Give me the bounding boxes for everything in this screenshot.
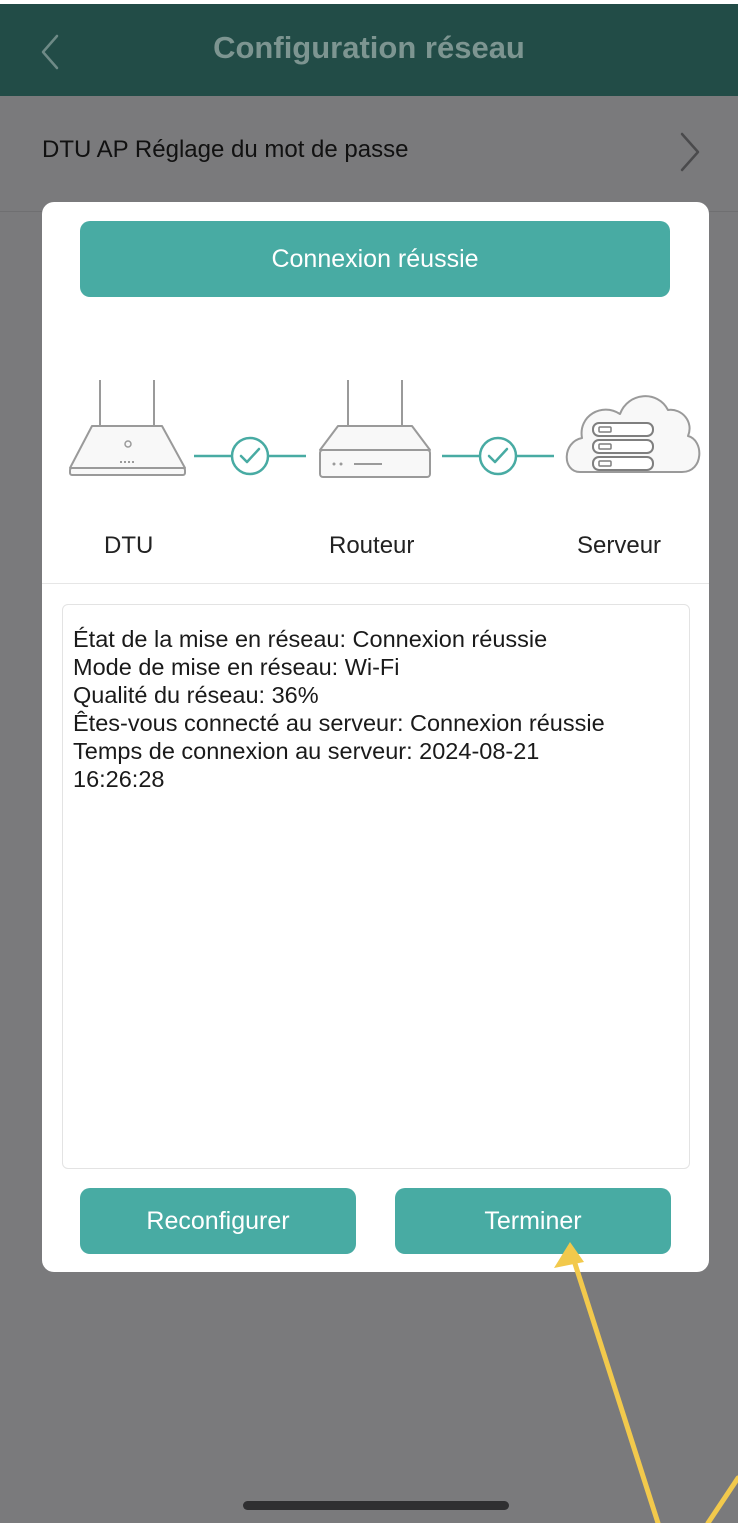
connection-line-router-server — [442, 436, 554, 476]
reconfigure-button[interactable]: Reconfigurer — [80, 1188, 356, 1254]
connection-line-dtu-router — [194, 436, 306, 476]
connection-info-box: État de la mise en réseau: Connexion réu… — [62, 604, 690, 1169]
node-label-router: Routeur — [329, 532, 415, 559]
home-indicator[interactable] — [243, 1501, 509, 1510]
info-line-server-connected: Êtes-vous connecté au serveur: Connexion… — [73, 710, 605, 736]
info-line-network-state: État de la mise en réseau: Connexion réu… — [73, 626, 548, 652]
header-bar: Configuration réseau — [0, 0, 738, 96]
page-title: Configuration réseau — [213, 30, 525, 65]
chevron-right-icon — [680, 132, 700, 172]
node-label-server: Serveur — [577, 532, 662, 559]
router-icon — [319, 380, 431, 478]
info-line-server-connection-time: Temps de connexion au serveur: 2024-08-2… — [73, 738, 540, 792]
divider — [42, 583, 709, 584]
node-label-dtu: DTU — [104, 532, 154, 559]
connection-result-dialog: Connexion réussie DTU Routeur Serveur Ét… — [42, 202, 709, 1272]
cloud-server-icon — [565, 395, 701, 473]
info-line-network-mode: Mode de mise en réseau: Wi-Fi — [73, 654, 400, 680]
finish-button[interactable]: Terminer — [395, 1188, 671, 1254]
settings-item-label: DTU AP Réglage du mot de passe — [42, 136, 409, 163]
dtu-device-icon — [69, 380, 186, 476]
status-banner: Connexion réussie — [80, 221, 670, 297]
status-banner-text: Connexion réussie — [271, 244, 479, 273]
settings-item-dtu-ap-password[interactable]: DTU AP Réglage du mot de passe — [0, 96, 738, 212]
network-diagram — [69, 380, 701, 478]
info-line-network-quality: Qualité du réseau: 36% — [73, 682, 319, 708]
